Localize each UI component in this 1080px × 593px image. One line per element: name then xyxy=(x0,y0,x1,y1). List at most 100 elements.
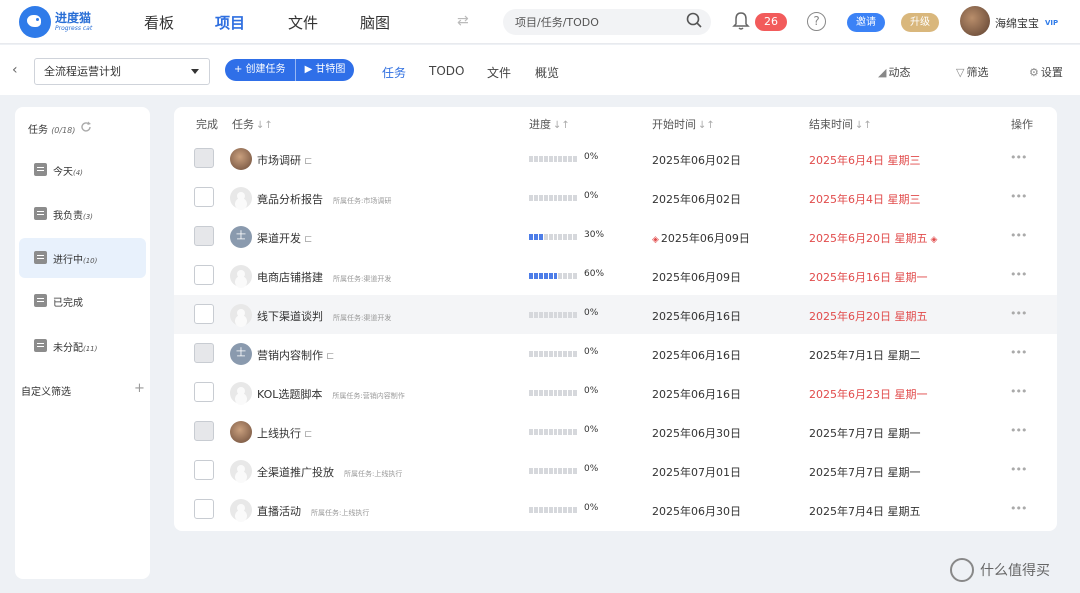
sidebar-filter-item[interactable]: 今天(4) xyxy=(19,150,146,190)
task-name-cell[interactable]: 电商店铺搭建 所属任务:渠道开发 xyxy=(257,269,391,285)
complete-checkbox[interactable] xyxy=(194,343,214,363)
start-date[interactable]: 2025年06月02日 xyxy=(652,191,741,207)
table-row[interactable]: 士渠道开发 ⊏ 30% ◈ 2025年06月09日 2025年6月20日 星期五 ◈ ••• xyxy=(174,217,1057,256)
start-date[interactable]: 2025年06月16日 xyxy=(652,347,741,363)
assignee-avatar[interactable]: 士 xyxy=(230,343,252,365)
search-icon[interactable] xyxy=(686,12,702,28)
tab-overview[interactable]: 概览 xyxy=(535,64,559,81)
sort-icon[interactable]: ↓↑ xyxy=(855,120,872,131)
start-date[interactable]: 2025年06月16日 xyxy=(652,386,741,402)
end-date[interactable]: 2025年6月20日 星期五 xyxy=(809,308,928,324)
assignee-avatar[interactable] xyxy=(230,382,252,404)
upgrade-button[interactable]: 升级 xyxy=(901,13,939,32)
help-icon[interactable]: ? xyxy=(807,12,826,31)
assignee-avatar[interactable] xyxy=(230,187,252,209)
end-date[interactable]: 2025年6月23日 星期一 xyxy=(809,386,928,402)
end-date[interactable]: 2025年7月7日 星期一 xyxy=(809,425,921,441)
switch-icon[interactable]: ⇄ xyxy=(457,13,469,29)
end-date[interactable]: 2025年6月4日 星期三 xyxy=(809,152,921,168)
start-date[interactable]: 2025年06月09日 xyxy=(652,269,741,285)
table-row[interactable]: 上线执行 ⊏ 0% 2025年06月30日 2025年7月7日 星期一 ••• xyxy=(174,412,1057,451)
more-icon[interactable]: ••• xyxy=(1010,385,1027,398)
end-date[interactable]: 2025年6月4日 星期三 xyxy=(809,191,921,207)
start-date[interactable]: 2025年07月01日 xyxy=(652,464,741,480)
complete-checkbox[interactable] xyxy=(194,460,214,480)
more-icon[interactable]: ••• xyxy=(1010,346,1027,359)
filter-button[interactable]: ▽ 筛选 xyxy=(956,64,988,80)
refresh-icon[interactable] xyxy=(80,121,92,133)
table-row[interactable]: 直播活动 所属任务:上线执行 0% 2025年06月30日 2025年7月4日 星期五 •… xyxy=(174,490,1057,529)
tab-files[interactable]: 文件 xyxy=(487,64,511,81)
end-date[interactable]: 2025年7月7日 星期一 xyxy=(809,464,921,480)
assignee-avatar[interactable]: 士 xyxy=(230,226,252,248)
more-icon[interactable]: ••• xyxy=(1010,268,1027,281)
notification-badge[interactable]: 26 xyxy=(755,13,787,31)
table-row[interactable]: 线下渠道谈判 所属任务:渠道开发 0% 2025年06月16日 2025年6月20日 星… xyxy=(174,295,1057,334)
user-avatar[interactable] xyxy=(960,6,990,36)
complete-checkbox[interactable] xyxy=(194,226,214,246)
task-name-cell[interactable]: 上线执行 ⊏ xyxy=(257,425,312,441)
search-input[interactable] xyxy=(503,9,711,35)
nav-projects[interactable]: 项目 xyxy=(215,12,245,33)
task-name[interactable]: KOL选题脚本 xyxy=(257,388,322,401)
start-date[interactable]: 2025年06月30日 xyxy=(652,425,741,441)
task-name-cell[interactable]: 全渠道推广投放 所属任务:上线执行 xyxy=(257,464,402,480)
end-date[interactable]: 2025年6月20日 星期五 ◈ xyxy=(809,230,937,246)
assignee-avatar[interactable] xyxy=(230,148,252,170)
sort-icon[interactable]: ↓↑ xyxy=(553,120,570,131)
task-name-cell[interactable]: 直播活动 所属任务:上线执行 xyxy=(257,503,369,519)
more-icon[interactable]: ••• xyxy=(1010,424,1027,437)
task-name[interactable]: 渠道开发 xyxy=(257,232,301,245)
end-date[interactable]: 2025年7月4日 星期五 xyxy=(809,503,921,519)
assignee-avatar[interactable] xyxy=(230,499,252,521)
brand-logo[interactable]: 进度猫 Progress cat xyxy=(19,6,92,38)
table-row[interactable]: KOL选题脚本 所属任务:营销内容制作 0% 2025年06月16日 2025年6月23… xyxy=(174,373,1057,412)
table-row[interactable]: 市场调研 ⊏ 0% 2025年06月02日 2025年6月4日 星期三 ••• xyxy=(174,139,1057,178)
add-filter-icon[interactable]: + xyxy=(134,381,145,396)
task-name-cell[interactable]: 营销内容制作 ⊏ xyxy=(257,347,334,363)
tab-todo[interactable]: TODO xyxy=(429,64,464,78)
col-start[interactable]: 开始时间 ↓↑ xyxy=(652,116,715,132)
table-row[interactable]: 士营销内容制作 ⊏ 0% 2025年06月16日 2025年7月1日 星期二 ••• xyxy=(174,334,1057,373)
sidebar-filter-item[interactable]: 已完成 xyxy=(19,281,146,321)
table-row[interactable]: 全渠道推广投放 所属任务:上线执行 0% 2025年07月01日 2025年7月7日 星… xyxy=(174,451,1057,490)
complete-checkbox[interactable] xyxy=(194,304,214,324)
project-select[interactable]: 全流程运营计划 xyxy=(34,58,210,85)
task-name[interactable]: 电商店铺搭建 xyxy=(257,271,323,284)
task-name-cell[interactable]: KOL选题脚本 所属任务:营销内容制作 xyxy=(257,386,405,402)
start-date[interactable]: 2025年06月02日 xyxy=(652,152,741,168)
sort-icon[interactable]: ↓↑ xyxy=(256,120,273,131)
task-name[interactable]: 线下渠道谈判 xyxy=(257,310,323,323)
custom-filter-label[interactable]: 自定义筛选 xyxy=(21,383,71,398)
user-name[interactable]: 海绵宝宝 xyxy=(995,15,1039,31)
gantt-button[interactable]: ▶ 甘特图 xyxy=(294,59,355,81)
complete-checkbox[interactable] xyxy=(194,148,214,168)
task-name[interactable]: 直播活动 xyxy=(257,505,301,518)
start-date[interactable]: ◈ 2025年06月09日 xyxy=(652,230,750,246)
more-icon[interactable]: ••• xyxy=(1010,151,1027,164)
more-icon[interactable]: ••• xyxy=(1010,190,1027,203)
assignee-avatar[interactable] xyxy=(230,421,252,443)
task-name[interactable]: 营销内容制作 xyxy=(257,349,323,362)
settings-button[interactable]: ⚙ 设置 xyxy=(1029,64,1063,80)
bell-icon[interactable] xyxy=(732,11,750,31)
task-name-cell[interactable]: 市场调研 ⊏ xyxy=(257,152,312,168)
sidebar-filter-item[interactable]: 进行中(10) xyxy=(19,238,146,278)
task-name-cell[interactable]: 线下渠道谈判 所属任务:渠道开发 xyxy=(257,308,391,324)
complete-checkbox[interactable] xyxy=(194,382,214,402)
more-icon[interactable]: ••• xyxy=(1010,307,1027,320)
complete-checkbox[interactable] xyxy=(194,265,214,285)
sort-icon[interactable]: ↓↑ xyxy=(698,120,715,131)
nav-files[interactable]: 文件 xyxy=(288,12,318,33)
complete-checkbox[interactable] xyxy=(194,421,214,441)
end-date[interactable]: 2025年6月16日 星期一 xyxy=(809,269,928,285)
start-date[interactable]: 2025年06月30日 xyxy=(652,503,741,519)
end-date[interactable]: 2025年7月1日 星期二 xyxy=(809,347,921,363)
start-date[interactable]: 2025年06月16日 xyxy=(652,308,741,324)
nav-mindmap[interactable]: 脑图 xyxy=(360,12,390,33)
task-name[interactable]: 全渠道推广投放 xyxy=(257,466,334,479)
sidebar-filter-item[interactable]: 我负责(3) xyxy=(19,194,146,234)
more-icon[interactable]: ••• xyxy=(1010,229,1027,242)
table-row[interactable]: 竟品分析报告 所属任务:市场调研 0% 2025年06月02日 2025年6月4日 星期… xyxy=(174,178,1057,217)
activity-button[interactable]: ◢ 动态 xyxy=(878,64,910,80)
